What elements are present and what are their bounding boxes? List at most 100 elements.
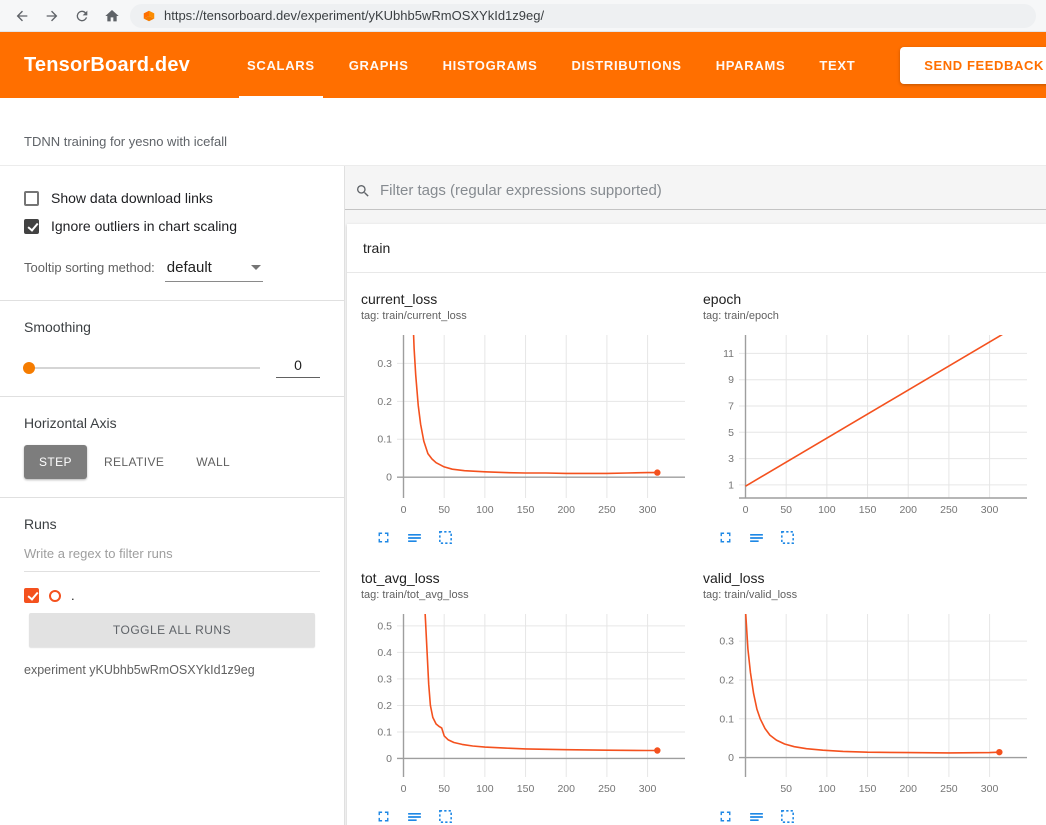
tab-text[interactable]: TEXT xyxy=(802,32,872,98)
runs-filter-input[interactable] xyxy=(24,532,320,572)
smoothing-slider[interactable] xyxy=(24,367,260,369)
tooltip-sorting-select[interactable]: default xyxy=(165,258,263,282)
tab-scalars[interactable]: SCALARS xyxy=(230,32,332,98)
fit-domain-icon[interactable] xyxy=(437,529,454,546)
chart-tag: tag: train/tot_avg_loss xyxy=(361,589,691,601)
svg-text:250: 250 xyxy=(940,783,958,795)
tooltip-sorting-value: default xyxy=(167,259,212,276)
tab-distributions[interactable]: DISTRIBUTIONS xyxy=(554,32,698,98)
chart-card-tot-avg-loss: tot_avg_loss tag: train/tot_avg_loss 050… xyxy=(361,570,691,825)
send-feedback-button[interactable]: SEND FEEDBACK xyxy=(900,47,1046,84)
line-chart-valid-loss[interactable]: 5010015020025030000.10.20.3 xyxy=(703,609,1033,799)
tab-histograms[interactable]: HISTOGRAMS xyxy=(426,32,555,98)
chevron-down-icon xyxy=(251,265,261,270)
fullscreen-icon[interactable] xyxy=(375,808,392,825)
svg-text:200: 200 xyxy=(557,504,575,516)
divider xyxy=(0,300,344,301)
home-icon[interactable] xyxy=(100,4,124,28)
ignore-outliers-label: Ignore outliers in chart scaling xyxy=(51,218,237,234)
chart-tag: tag: train/current_loss xyxy=(361,310,691,322)
svg-text:0: 0 xyxy=(743,504,749,516)
reload-icon[interactable] xyxy=(70,4,94,28)
svg-text:0.3: 0.3 xyxy=(719,636,734,648)
show-download-links-label: Show data download links xyxy=(51,190,213,206)
line-chart-epoch[interactable]: 0501001502002503001357911 xyxy=(703,330,1033,520)
horizontal-lines-icon[interactable] xyxy=(748,808,765,825)
svg-text:50: 50 xyxy=(780,504,792,516)
horizontal-lines-icon[interactable] xyxy=(406,529,423,546)
svg-text:5: 5 xyxy=(728,427,734,439)
tag-filter-input[interactable] xyxy=(380,182,1036,199)
svg-text:7: 7 xyxy=(728,400,734,412)
svg-text:100: 100 xyxy=(818,783,836,795)
tag-filter-row xyxy=(345,166,1046,210)
divider xyxy=(0,396,344,397)
chart-title: valid_loss xyxy=(703,570,1033,586)
toggle-all-runs-button[interactable]: TOGGLE ALL RUNS xyxy=(29,613,315,647)
svg-text:300: 300 xyxy=(639,783,657,795)
tab-graphs[interactable]: GRAPHS xyxy=(332,32,426,98)
tab-hparams[interactable]: HPARAMS xyxy=(699,32,803,98)
svg-text:100: 100 xyxy=(476,504,494,516)
charts-grid: current_loss tag: train/current_loss 050… xyxy=(347,273,1046,825)
svg-text:0.3: 0.3 xyxy=(377,673,392,685)
forward-icon[interactable] xyxy=(40,4,64,28)
main-nav: SCALARS GRAPHS HISTOGRAMS DISTRIBUTIONS … xyxy=(230,32,872,98)
svg-text:0: 0 xyxy=(386,753,392,765)
svg-text:50: 50 xyxy=(438,504,450,516)
fullscreen-icon[interactable] xyxy=(717,529,734,546)
svg-text:0.2: 0.2 xyxy=(377,396,392,408)
svg-text:3: 3 xyxy=(728,453,734,465)
group-title-train[interactable]: train xyxy=(347,224,1046,273)
svg-text:0.5: 0.5 xyxy=(377,620,392,632)
line-chart-current-loss[interactable]: 05010015020025030000.10.20.3 xyxy=(361,330,691,520)
smoothing-value-input[interactable]: 0 xyxy=(276,357,320,378)
search-icon xyxy=(355,183,371,199)
svg-text:150: 150 xyxy=(859,504,877,516)
axis-relative-button[interactable]: RELATIVE xyxy=(89,445,179,479)
fit-domain-icon[interactable] xyxy=(779,808,796,825)
svg-text:0: 0 xyxy=(401,783,407,795)
svg-text:0.1: 0.1 xyxy=(377,434,392,446)
experiment-title: TDNN training for yesno with icefall xyxy=(0,98,1046,166)
run-color-swatch xyxy=(49,590,61,602)
svg-text:100: 100 xyxy=(476,783,494,795)
svg-text:100: 100 xyxy=(818,504,836,516)
run-checkbox[interactable] xyxy=(24,588,39,603)
fit-domain-icon[interactable] xyxy=(779,529,796,546)
chart-toolbar xyxy=(703,529,1033,546)
svg-text:50: 50 xyxy=(438,783,450,795)
fullscreen-icon[interactable] xyxy=(717,808,734,825)
smoothing-slider-thumb[interactable] xyxy=(23,362,35,374)
app-header: TensorBoard.dev SCALARS GRAPHS HISTOGRAM… xyxy=(0,32,1046,98)
svg-text:200: 200 xyxy=(899,783,917,795)
main-panel: train current_loss tag: train/current_lo… xyxy=(345,166,1046,825)
chart-toolbar xyxy=(361,808,691,825)
horizontal-lines-icon[interactable] xyxy=(406,808,423,825)
chart-card-valid-loss: valid_loss tag: train/valid_loss 5010015… xyxy=(703,570,1033,825)
smoothing-label: Smoothing xyxy=(24,319,320,335)
fullscreen-icon[interactable] xyxy=(375,529,392,546)
svg-text:0.2: 0.2 xyxy=(719,674,734,686)
tensorboard-favicon xyxy=(142,9,156,23)
svg-text:0: 0 xyxy=(401,504,407,516)
ignore-outliers-checkbox[interactable] xyxy=(24,219,39,234)
svg-text:0.1: 0.1 xyxy=(377,726,392,738)
run-name: . xyxy=(71,588,75,603)
address-bar[interactable]: https://tensorboard.dev/experiment/yKUbh… xyxy=(130,4,1036,28)
browser-toolbar: https://tensorboard.dev/experiment/yKUbh… xyxy=(0,0,1046,32)
horizontal-lines-icon[interactable] xyxy=(748,529,765,546)
back-icon[interactable] xyxy=(10,4,34,28)
brand-logo[interactable]: TensorBoard.dev xyxy=(24,54,190,77)
axis-wall-button[interactable]: WALL xyxy=(181,445,245,479)
url-text: https://tensorboard.dev/experiment/yKUbh… xyxy=(164,8,544,23)
svg-text:0.2: 0.2 xyxy=(377,700,392,712)
svg-text:0.1: 0.1 xyxy=(719,713,734,725)
line-chart-tot-avg-loss[interactable]: 05010015020025030000.10.20.30.40.5 xyxy=(361,609,691,799)
axis-step-button[interactable]: STEP xyxy=(24,445,87,479)
svg-text:150: 150 xyxy=(517,783,535,795)
fit-domain-icon[interactable] xyxy=(437,808,454,825)
show-download-links-checkbox[interactable] xyxy=(24,191,39,206)
chart-toolbar xyxy=(361,529,691,546)
chart-title: current_loss xyxy=(361,291,691,307)
